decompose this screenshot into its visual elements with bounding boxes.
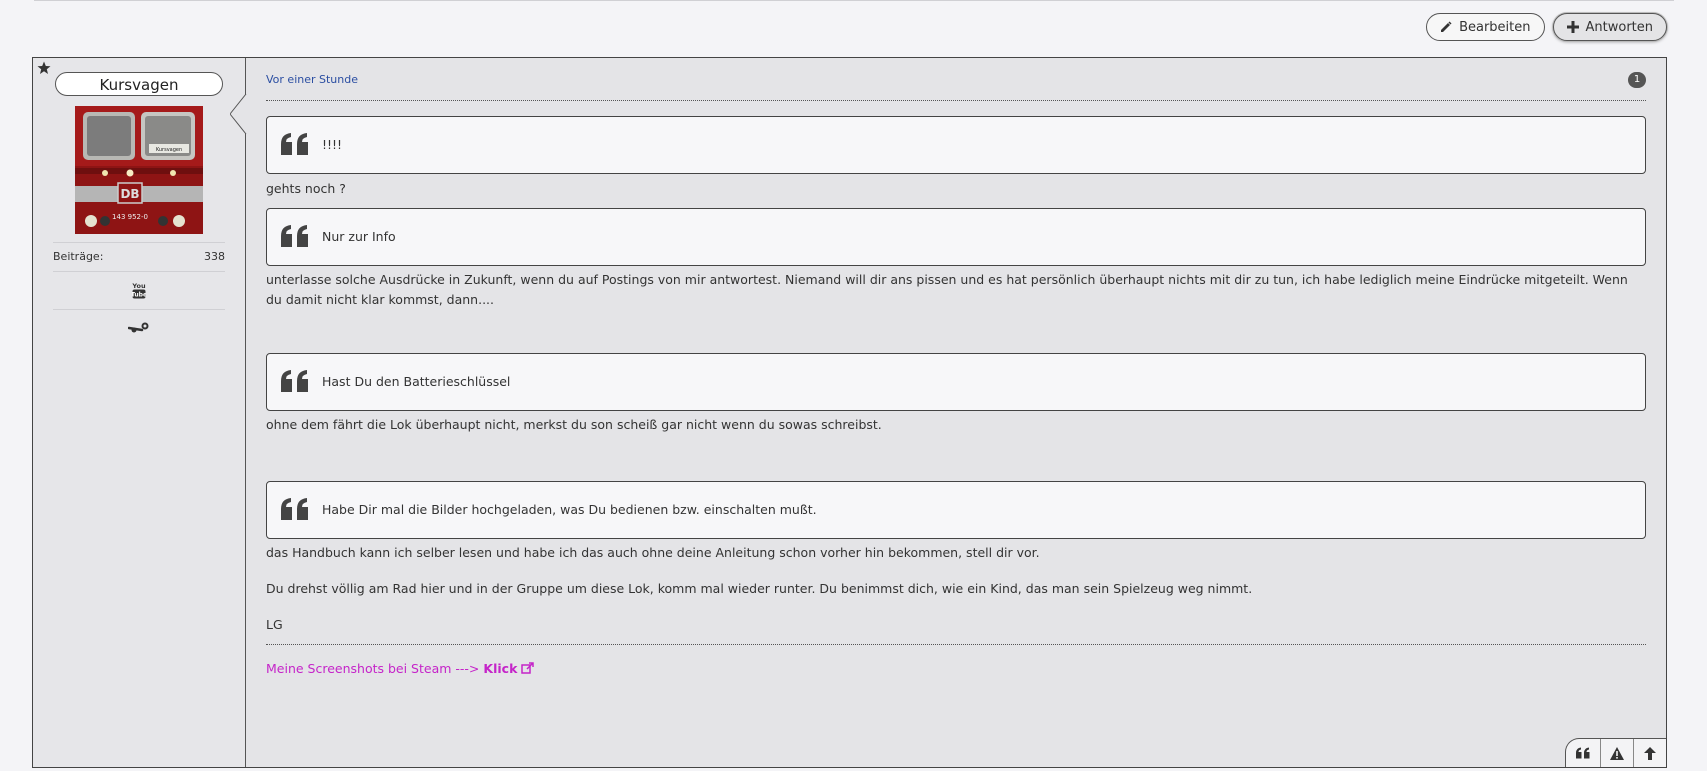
quote-icon [281, 225, 308, 247]
svg-text:143 952-0: 143 952-0 [112, 213, 148, 221]
post-count: Beiträge: 338 [53, 242, 225, 270]
star-icon[interactable] [37, 61, 51, 75]
report-button[interactable] [1600, 739, 1633, 767]
sidebar-pointer [230, 94, 247, 134]
post-paragraph: das Handbuch kann ich selber lesen und h… [266, 545, 1040, 560]
scroll-top-button[interactable] [1633, 739, 1666, 767]
signature-link[interactable]: Klick [483, 661, 517, 676]
quote-block: !!!! [266, 116, 1646, 174]
steam-icon [128, 322, 149, 333]
quote-text: Habe Dir mal die Bilder hochgeladen, was… [322, 502, 817, 517]
edit-button-label: Bearbeiten [1459, 19, 1531, 35]
author-sidebar: Kursvagen Kursvagen DB 143 952-0 Beiträg… [33, 58, 247, 767]
post-actions [1565, 738, 1666, 767]
quote-button[interactable] [1566, 739, 1600, 767]
reply-button-label: Antworten [1585, 19, 1654, 35]
quote-icon [281, 370, 308, 392]
post-date[interactable]: Vor einer Stunde [266, 73, 358, 86]
svg-text:You: You [132, 282, 146, 290]
post-paragraph: ohne dem fährt die Lok überhaupt nicht, … [266, 417, 882, 432]
quote-icon [281, 133, 308, 155]
reply-button[interactable]: Antworten [1552, 13, 1667, 41]
svg-text:Kursvagen: Kursvagen [156, 147, 182, 153]
quote-text: !!!! [322, 137, 343, 152]
post-paragraph: unterlasse solche Ausdrücke in Zukunft, … [266, 272, 1628, 307]
youtube-link[interactable]: You Tube [53, 271, 225, 308]
post-number-badge[interactable]: 1 [1628, 72, 1646, 88]
post-content: Vor einer Stunde 1 !!!! gehts noch ? Nur… [266, 58, 1646, 767]
svg-text:DB: DB [120, 187, 139, 201]
post-paragraph: gehts noch ? [266, 181, 346, 196]
author-name[interactable]: Kursvagen [55, 72, 223, 96]
pencil-icon [1441, 21, 1452, 32]
quote-icon [1576, 747, 1590, 759]
edit-button[interactable]: Bearbeiten [1426, 13, 1545, 41]
quote-block: Habe Dir mal die Bilder hochgeladen, was… [266, 481, 1646, 539]
youtube-icon: You Tube [132, 282, 146, 299]
top-divider [34, 0, 1674, 1]
post-header: Vor einer Stunde 1 [266, 58, 1646, 101]
post-paragraph: Du drehst völlig am Rad hier und in der … [266, 581, 1253, 596]
signature-divider [266, 644, 1646, 645]
quote-icon [281, 498, 308, 520]
quote-text: Nur zur Info [322, 229, 396, 244]
post-count-label: Beiträge: [53, 250, 104, 263]
steam-link[interactable] [53, 309, 225, 346]
signature-text: Meine Screenshots bei Steam ---> [266, 661, 480, 676]
post-toolbar: Bearbeiten Antworten [1426, 13, 1667, 41]
quote-block: Nur zur Info [266, 208, 1646, 266]
quote-block: Hast Du den Batterieschlüssel [266, 353, 1646, 411]
forum-post: Kursvagen Kursvagen DB 143 952-0 Beiträg… [32, 57, 1667, 768]
post-count-value: 338 [204, 250, 225, 263]
svg-text:Tube: Tube [132, 292, 146, 299]
signature: Meine Screenshots bei Steam ---> Klick [266, 661, 535, 676]
warning-icon [1610, 746, 1624, 760]
quote-text: Hast Du den Batterieschlüssel [322, 374, 511, 389]
plus-icon [1566, 21, 1579, 33]
avatar[interactable]: Kursvagen DB 143 952-0 [75, 106, 203, 234]
external-link-icon[interactable] [521, 662, 535, 675]
arrow-up-icon [1644, 746, 1656, 760]
post-paragraph: LG [266, 617, 283, 632]
